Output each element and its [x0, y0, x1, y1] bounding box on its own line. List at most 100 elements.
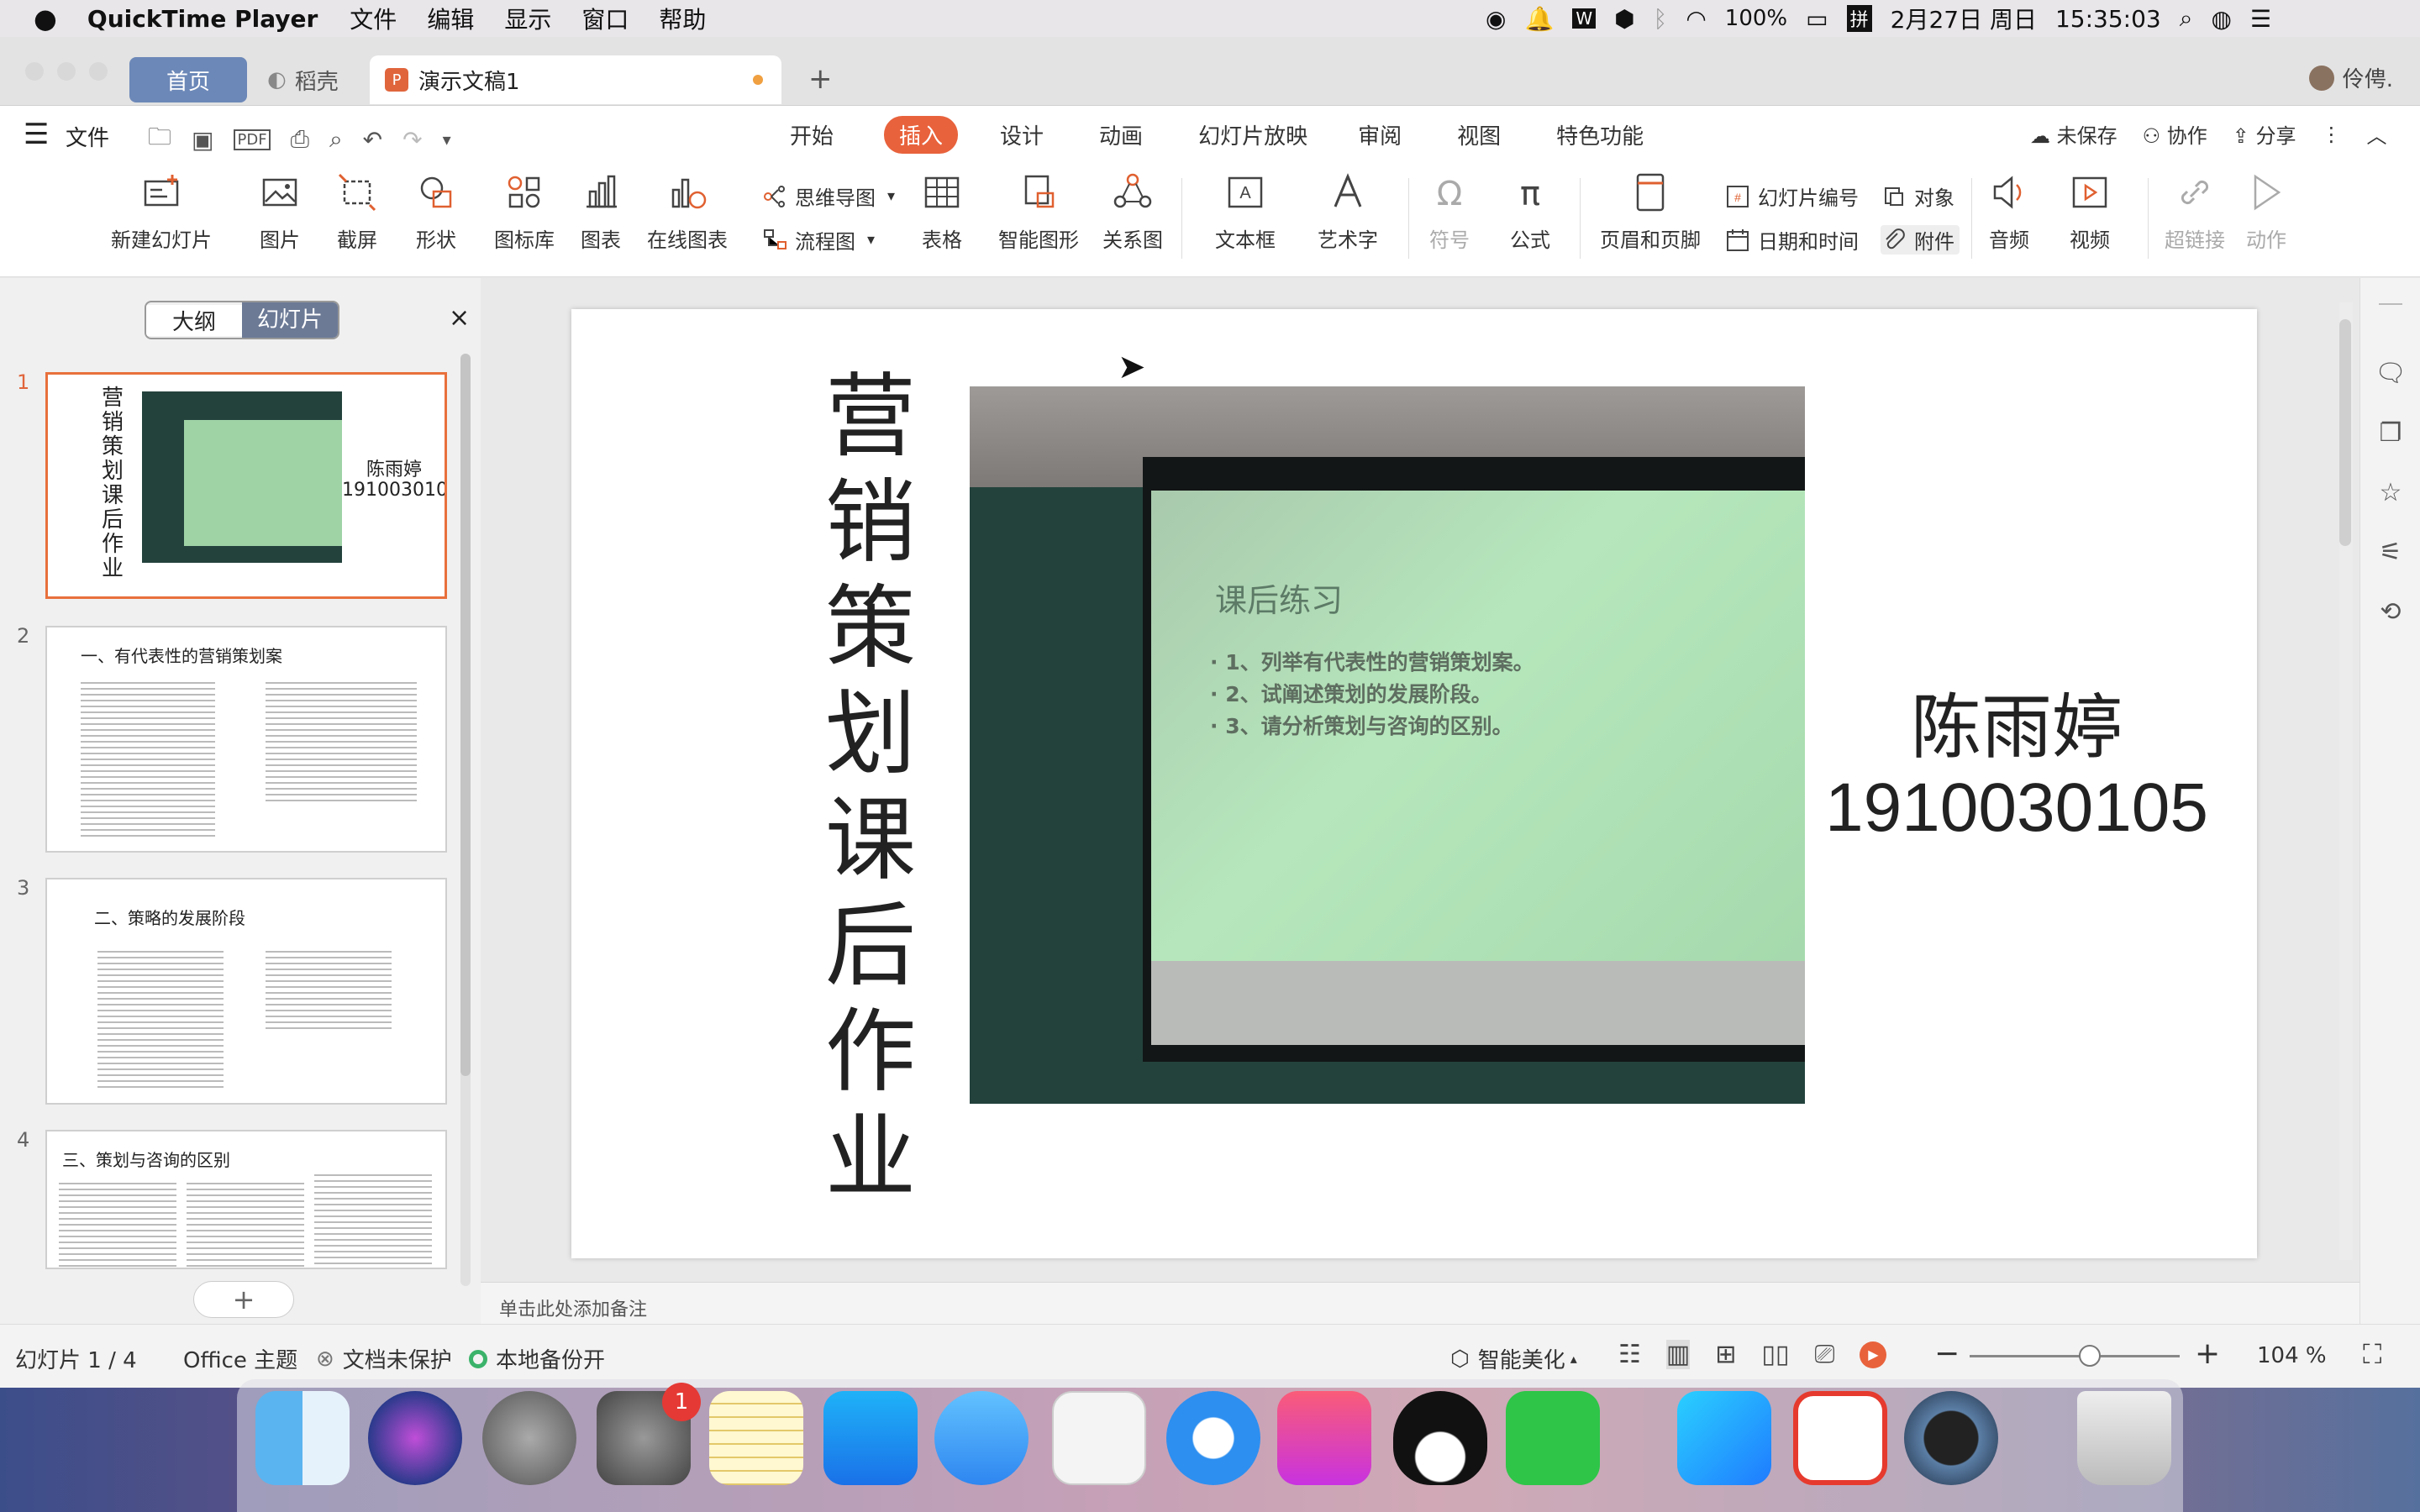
app-name[interactable]: QuickTime Player	[87, 5, 318, 33]
unsaved-status[interactable]: ☁ 未保存	[2030, 119, 2118, 149]
slide-thumbnail-3[interactable]: 二、策略的发展阶段	[45, 878, 447, 1105]
menu-window[interactable]: 窗口	[581, 2, 629, 35]
action-button[interactable]: 动作	[2245, 171, 2287, 253]
slide-number-button[interactable]: # 幻灯片编号	[1724, 181, 1859, 211]
history-icon[interactable]: ⟲	[2360, 582, 2420, 642]
sorter-view-icon[interactable]: ⊞	[1715, 1340, 1736, 1369]
theme-name[interactable]: Office 主题	[183, 1343, 297, 1374]
chart-button[interactable]: 图表	[580, 171, 622, 253]
finder-icon[interactable]	[255, 1391, 350, 1485]
symbol-button[interactable]: Ω 符号	[1428, 171, 1470, 253]
screenshot-button[interactable]: 截屏	[336, 171, 378, 253]
zoom-slider-handle[interactable]	[2079, 1345, 2101, 1367]
notes-area[interactable]: 单击此处添加备注	[481, 1282, 2360, 1324]
close-window-button[interactable]	[25, 62, 44, 81]
shape-button[interactable]: 形状	[415, 171, 457, 253]
slide-canvas[interactable]: 营 销 策 划 课 后 作 业 课后练习 · 1、列举有代表性的营销策划案。 ·…	[571, 309, 2257, 1258]
siri-icon[interactable]	[368, 1391, 462, 1485]
app-store-icon[interactable]	[823, 1391, 918, 1485]
date-text[interactable]: 2月27日 周日	[1891, 2, 2037, 35]
tab-home[interactable]: 首页	[129, 57, 247, 102]
slide-title-vertical[interactable]: 营 销 策 划 课 后 作 业	[820, 365, 921, 1211]
control-center-icon[interactable]: ☰	[2250, 5, 2271, 33]
layers-icon[interactable]: ❐	[2360, 403, 2420, 463]
smartart-button[interactable]: 智能图形	[998, 171, 1079, 253]
smart-beautify-button[interactable]: ⬡ 智能美化 ▴	[1450, 1343, 1577, 1374]
tab-features[interactable]: 特色功能	[1556, 119, 1644, 150]
outline-tab[interactable]: 大纲	[146, 304, 242, 336]
record-icon[interactable]: ◉	[1486, 5, 1506, 33]
messages-icon[interactable]	[934, 1391, 1028, 1485]
protection-status[interactable]: ⊗ 文档未保护	[316, 1343, 452, 1374]
tab-design[interactable]: 设计	[1000, 119, 1044, 150]
slide-thumbnail-2[interactable]: 一、有代表性的营销策划案	[45, 626, 447, 853]
relation-button[interactable]: 关系图	[1102, 171, 1163, 253]
picture-button[interactable]: 图片	[259, 171, 301, 253]
new-slide-button[interactable]: 新建幻灯片	[111, 171, 212, 253]
share-button[interactable]: ⇪ 分享	[2233, 119, 2296, 149]
editor-scrollbar[interactable]	[2339, 302, 2353, 1260]
backup-status[interactable]: 本地备份开	[469, 1343, 605, 1374]
slides-tab[interactable]: 幻灯片	[242, 302, 338, 338]
more-dropdown-icon[interactable]: ▾	[443, 129, 451, 150]
tab-insert[interactable]: 插入	[884, 116, 959, 154]
icon-library-button[interactable]: 图标库	[494, 171, 555, 253]
star-icon[interactable]: ☆	[2360, 463, 2420, 522]
slide-thumbnail-4[interactable]: 三、策划与咨询的区别	[45, 1130, 447, 1269]
textbox-button[interactable]: A 文本框	[1215, 171, 1276, 253]
close-panel-icon[interactable]: ×	[449, 303, 470, 333]
file-menu[interactable]: 文件	[66, 121, 109, 152]
tab-animation[interactable]: 动画	[1099, 119, 1143, 150]
menu-view[interactable]: 显示	[504, 2, 551, 35]
mindmap-button[interactable]: 思维导图 ▾	[761, 181, 895, 211]
pdf-icon[interactable]: PDF	[234, 129, 271, 150]
print-icon[interactable]: ⎙	[291, 125, 309, 154]
music-icon[interactable]	[1277, 1391, 1371, 1485]
menu-file[interactable]: 文件	[350, 2, 397, 35]
redo-icon[interactable]: ↷	[402, 126, 422, 154]
sliders-icon[interactable]: ⚟	[2360, 522, 2420, 582]
zoom-window-button[interactable]	[89, 62, 108, 81]
play-slideshow-icon[interactable]: ▶	[1860, 1341, 1887, 1368]
undo-icon[interactable]: ↶	[363, 126, 382, 154]
object-button[interactable]: 对象	[1881, 181, 1954, 211]
zoom-out-icon[interactable]: −	[1934, 1336, 1960, 1371]
slide-thumbnail-1[interactable]: 营销策划课后作业 陈雨婷 1910030105	[45, 372, 447, 599]
wifi-icon[interactable]: ◠	[1686, 5, 1706, 33]
hyperlink-button[interactable]: 超链接	[2165, 171, 2225, 253]
wechat-icon[interactable]	[1506, 1391, 1600, 1485]
launchpad-icon[interactable]	[482, 1391, 576, 1485]
trash-icon[interactable]	[2077, 1391, 2171, 1485]
tab-review[interactable]: 审阅	[1358, 119, 1402, 150]
print-preview-icon[interactable]: ⌕	[329, 125, 343, 154]
flowchart-button[interactable]: 流程图 ▾	[761, 225, 875, 255]
wps-icon[interactable]: W	[1572, 8, 1597, 29]
panel-scrollbar-thumb[interactable]	[460, 354, 471, 1076]
save-icon[interactable]: ▣	[192, 126, 213, 154]
screenshot-app-icon[interactable]	[1052, 1391, 1146, 1485]
time-text[interactable]: 15:35:03	[2055, 5, 2161, 33]
new-tab-button[interactable]: +	[808, 62, 833, 96]
battery-icon[interactable]: ▭	[1806, 5, 1828, 33]
zoom-level[interactable]: 104 %	[2257, 1343, 2327, 1368]
safari-icon[interactable]	[1166, 1391, 1260, 1485]
battery-text[interactable]: 100%	[1725, 6, 1787, 31]
formula-button[interactable]: π 公式	[1509, 171, 1551, 253]
zoom-slider[interactable]	[1970, 1345, 2180, 1367]
bell-icon[interactable]: 🔔	[1524, 5, 1554, 33]
datetime-button[interactable]: 日期和时间	[1724, 225, 1859, 255]
input-method-icon[interactable]: 拼	[1846, 5, 1872, 32]
tab-slideshow[interactable]: 幻灯片放映	[1198, 119, 1307, 150]
bluetooth-icon[interactable]: ᛒ	[1654, 5, 1668, 33]
panel-scrollbar[interactable]	[460, 354, 471, 1286]
tab-daoke[interactable]: ◐ 稻壳	[260, 55, 370, 104]
add-slide-button[interactable]: +	[193, 1281, 294, 1318]
user-name[interactable]: 伶俜.	[2343, 62, 2393, 93]
video-button[interactable]: 视频	[2069, 171, 2111, 253]
shield-icon[interactable]: ⬢	[1614, 5, 1634, 33]
qq-icon[interactable]	[1393, 1391, 1487, 1485]
video-player-icon[interactable]	[1677, 1391, 1771, 1485]
reading-view-icon[interactable]: ▯▯	[1761, 1340, 1789, 1369]
attachment-button[interactable]: 附件	[1881, 225, 1960, 255]
online-chart-button[interactable]: 在线图表	[647, 171, 728, 253]
